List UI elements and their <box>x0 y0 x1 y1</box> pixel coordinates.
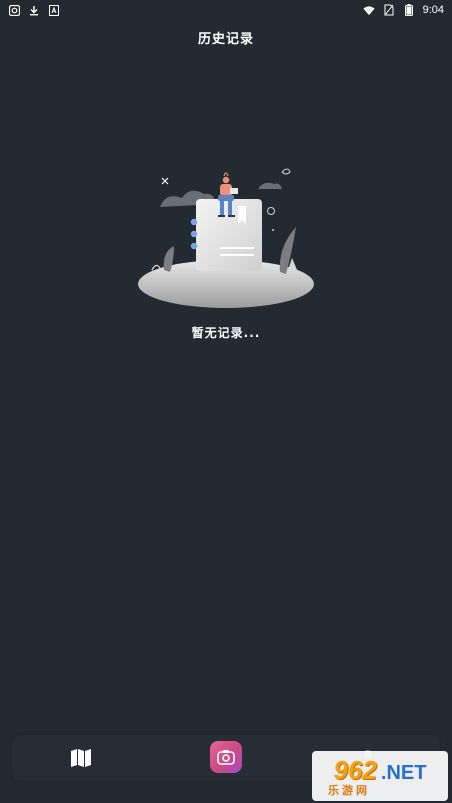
wifi-icon <box>363 4 375 16</box>
map-icon <box>71 749 91 767</box>
download-icon <box>28 4 40 16</box>
battery-icon <box>403 4 415 16</box>
watermark-site: 乐游网 <box>328 783 370 797</box>
status-time: 9:04 <box>422 4 444 16</box>
watermark-top: 962 .NET <box>333 754 427 785</box>
watermark-number: 962 <box>333 754 377 785</box>
status-right-icons: 9:04 <box>363 4 444 16</box>
sync-icon <box>8 4 20 16</box>
status-left-icons <box>8 4 60 16</box>
watermark-logo: 962 .NET 乐游网 <box>312 751 448 801</box>
nav-map-button[interactable] <box>70 749 92 767</box>
nav-camera-button[interactable] <box>210 741 242 773</box>
empty-state-message: 暂无记录... <box>191 326 261 340</box>
no-sim-icon <box>383 4 395 16</box>
a-box-icon <box>48 4 60 16</box>
empty-illustration <box>138 168 314 308</box>
status-bar: 9:04 <box>0 0 452 20</box>
watermark-domain: .NET <box>380 761 427 784</box>
page-title: 历史记录 <box>197 32 254 47</box>
camera-icon <box>217 750 235 765</box>
